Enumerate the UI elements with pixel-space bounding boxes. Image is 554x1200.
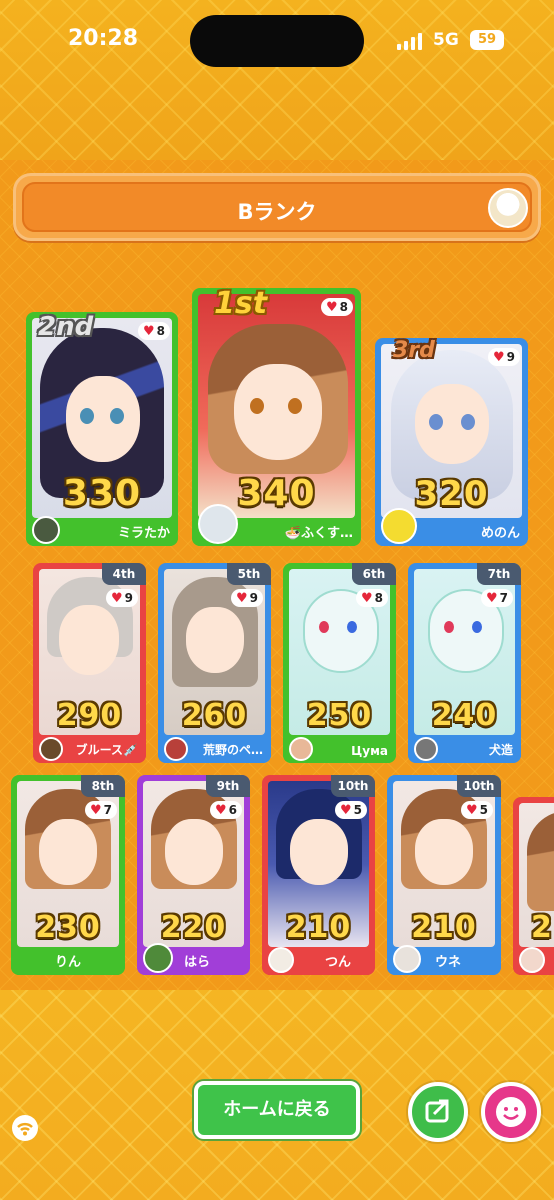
header-avatar[interactable] [488,188,528,228]
ranking-card-10th-b[interactable]: 10th ♥ 5 210 ウネ [387,775,501,975]
share-button[interactable] [408,1082,468,1142]
heart-icon: ♥ [360,591,373,606]
ranking-card-9th[interactable]: 9th ♥ 6 220 はら [137,775,250,975]
score: 250 [306,698,373,733]
player-name: Цума [351,744,388,758]
avatar [143,943,173,973]
score: 210 [411,910,477,945]
likes-badge: ♥ 9 [230,589,263,607]
heart-icon: ♥ [492,350,505,365]
likes-badge: ♥ 9 [487,348,520,366]
likes-badge: ♥ 5 [460,801,493,819]
player-name: 🍜ふくす… [284,526,353,541]
rank-header: Bランク [13,173,541,241]
avatar [519,947,545,973]
avatar [268,947,294,973]
ranking-card-partial[interactable]: 2 [513,797,554,975]
player-name: 荒野のペ… [202,743,263,757]
score: 210 [285,910,352,945]
score: 330 [62,473,142,514]
score: 260 [181,698,248,733]
avatar [32,516,60,544]
avatar [289,737,313,761]
medal-3rd: 3rd [393,338,435,363]
score: 240 [431,698,498,733]
player-name: ミラたか [117,526,170,541]
player-name: りん [54,955,81,970]
rank-tab: 4th [102,563,146,585]
ranking-card-2nd[interactable]: 2nd ♥ 8 330 ミラたか [26,312,178,546]
dynamic-island [190,15,364,67]
avatar [381,508,417,544]
heart-icon: ♥ [89,803,102,818]
likes-badge: ♥ 7 [480,589,513,607]
heart-icon: ♥ [485,591,498,606]
heart-icon: ♥ [110,591,123,606]
heart-icon: ♥ [339,803,352,818]
rank-title: Bランク [237,200,317,224]
player-name: めのん [480,526,520,541]
battery-icon: 59 [470,30,504,50]
ranking-card-7th[interactable]: 7th ♥ 7 240 犬造 [408,563,521,763]
rank-tab: 10th [331,775,375,797]
player-name: つん [324,955,351,970]
likes-badge: ♥ 5 [334,801,367,819]
rank-tab: 7th [477,563,521,585]
wifi-icon[interactable] [12,1115,38,1141]
ranking-card-10th-a[interactable]: 10th ♥ 5 210 つん [262,775,375,975]
player-name: 犬造 [488,743,513,757]
avatar [164,737,188,761]
rank-tab: 5th [227,563,271,585]
ranking-card-1st[interactable]: 1st ♥ 8 340 🍜ふくす… [192,288,361,546]
rank-tab: 9th [206,775,250,797]
avatar [414,737,438,761]
heart-icon: ♥ [214,803,227,818]
likes-badge: ♥ 8 [355,589,388,607]
status-time: 20:28 [68,26,139,51]
ranking-card-4th[interactable]: 4th ♥ 9 290 ブルース💉 [33,563,146,763]
score: 2 [531,910,553,945]
network-label: 5G [433,30,459,50]
home-button[interactable]: ホームに戻る [194,1081,360,1139]
heart-icon: ♥ [142,324,155,339]
avatar [393,945,421,973]
likes-badge: ♥ 8 [320,298,353,316]
player-name: ブルース💉 [75,743,138,757]
smile-icon [496,1097,526,1127]
likes-badge: ♥ 6 [209,801,242,819]
rank-tab: 6th [352,563,396,585]
player-name: はら [183,955,210,970]
heart-icon: ♥ [235,591,248,606]
player-name: ウネ [434,955,461,970]
heart-icon: ♥ [325,300,338,315]
likes-badge: ♥ 8 [137,322,170,340]
medal-1st: 1st [214,288,268,321]
share-icon [425,1099,449,1123]
ranking-card-8th[interactable]: 8th ♥ 7 230 りん [11,775,125,975]
likes-badge: ♥ 9 [105,589,138,607]
avatar [198,504,238,544]
ranking-card-6th[interactable]: 6th ♥ 8 250 Цума [283,563,396,763]
rank-tab: 10th [457,775,501,797]
ranking-card-5th[interactable]: 5th ♥ 9 260 荒野のペ… [158,563,271,763]
heart-icon: ♥ [465,803,478,818]
score: 230 [35,910,101,945]
profile-face-button[interactable] [481,1082,541,1142]
ranking-card-3rd[interactable]: 3rd ♥ 9 320 めのん [375,338,528,546]
score: 220 [160,910,227,945]
likes-badge: ♥ 7 [84,801,117,819]
signal-icon [397,32,425,50]
medal-2nd: 2nd [38,312,94,342]
score: 290 [56,698,123,733]
rank-tab: 8th [81,775,125,797]
avatar [39,737,63,761]
